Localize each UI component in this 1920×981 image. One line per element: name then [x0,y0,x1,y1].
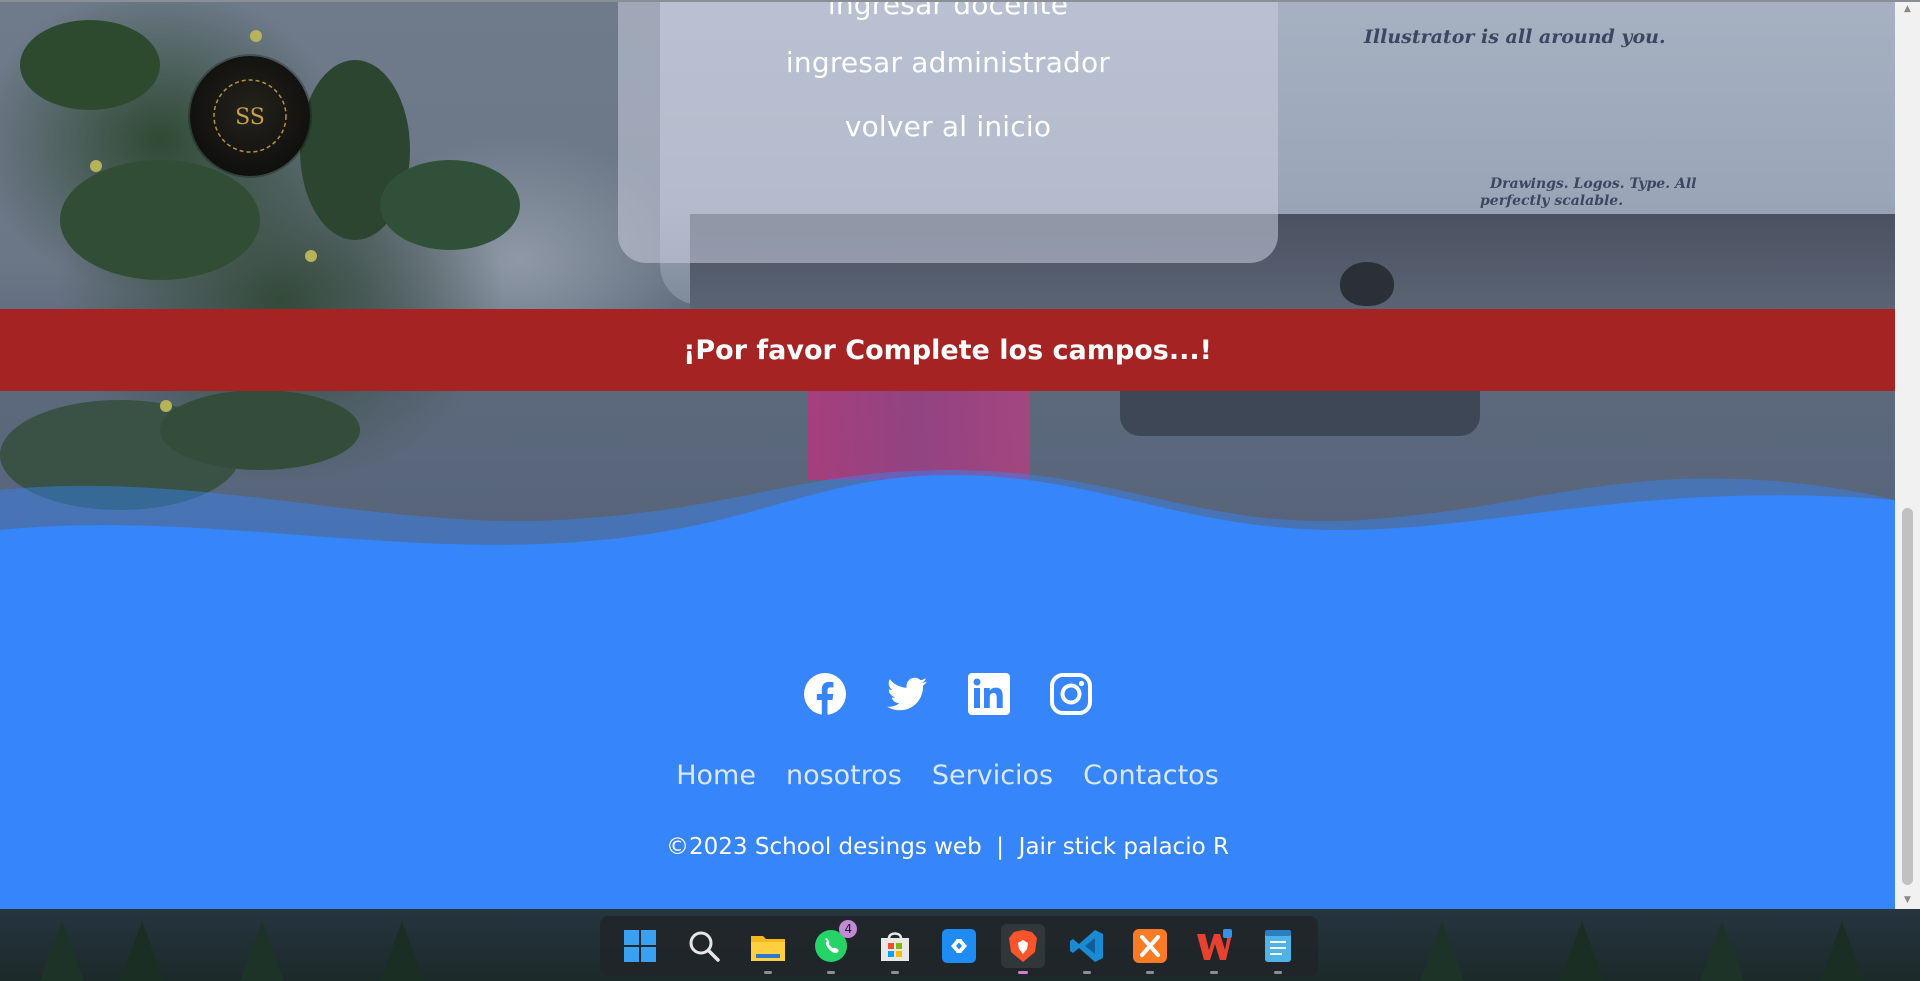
tree-silhouette [240,921,284,981]
taskbar: 4 [600,916,1318,976]
running-indicator [891,971,900,974]
alert-banner: ¡Por favor Complete los campos...! [0,309,1895,391]
notification-badge: 4 [839,920,858,938]
scroll-thumb[interactable] [1902,508,1913,885]
browser-viewport: Illustrator is all around you. Drawings.… [0,0,1895,909]
flower [160,400,172,412]
running-indicator [763,971,772,974]
wps-office-icon[interactable] [1192,924,1236,974]
instagram-icon[interactable] [1049,672,1093,716]
copyright-text: ©2023 School desings web | Jair stick pa… [666,834,1229,860]
linkedin-icon[interactable] [967,672,1011,716]
footer-link-home[interactable]: Home [676,760,756,791]
footer-link-nosotros[interactable]: nosotros [786,760,902,791]
social-links [0,672,1895,716]
apple-logo-icon [1340,262,1394,306]
whatsapp-icon[interactable]: 4 [809,920,858,974]
link-volver-al-inicio[interactable]: volver al inicio [618,110,1278,143]
active-indicator [1017,971,1028,974]
tree-silhouette [1560,921,1604,981]
browser-top-border [0,0,1920,2]
search-icon[interactable] [682,924,726,968]
connect-app-icon[interactable] [937,924,981,968]
site-logo[interactable]: SS [190,56,310,176]
monitor-stand [1120,390,1480,436]
facebook-icon[interactable] [803,672,847,716]
flower [305,250,317,262]
scroll-up-arrow-icon[interactable]: ▲ [1895,0,1920,18]
running-indicator [1082,971,1091,974]
tree-silhouette [120,921,164,981]
start-icon[interactable] [618,924,662,968]
footer-link-servicios[interactable]: Servicios [932,760,1053,791]
tree-silhouette [380,921,424,981]
link-ingresar-administrador[interactable]: ingresar administrador [618,46,1278,79]
microsoft-store-icon[interactable] [873,924,917,974]
plant-leaves [20,20,160,110]
footer-nav: Home nosotros Servicios Contactos [0,760,1895,791]
twitter-icon[interactable] [885,672,929,716]
scroll-down-arrow-icon[interactable]: ▼ [1895,891,1920,909]
tree-silhouette [1700,921,1744,981]
link-ingresar-docente[interactable]: ingresar docente [618,0,1278,21]
plant-leaves [60,160,260,280]
plant-leaves [160,390,360,470]
page-scrollbar[interactable]: ▲ ▼ [1895,0,1920,909]
vscode-icon[interactable] [1065,924,1109,974]
tree-silhouette [1820,921,1864,981]
monitor-tagline: perfectly scalable. [1480,193,1624,209]
monitor-headline: Illustrator is all around you. [1364,26,1666,48]
running-indicator [1210,971,1219,974]
tree-silhouette [1420,921,1464,981]
running-indicator [1146,971,1155,974]
running-indicator [1274,971,1283,974]
footer-link-contactos[interactable]: Contactos [1083,760,1219,791]
brave-browser-icon[interactable] [1000,924,1045,974]
flower [250,30,262,42]
flower [90,160,102,172]
plant-leaves [380,160,520,250]
running-indicator [827,971,836,974]
alert-message: ¡Por favor Complete los campos...! [683,334,1212,366]
tree-silhouette [40,921,84,981]
xampp-icon[interactable] [1128,924,1172,974]
monitor-tagline: Drawings. Logos. Type. All [1490,176,1697,192]
logo-monogram: SS [235,105,265,130]
pink-object [808,390,1030,480]
file-explorer-icon[interactable] [746,924,790,974]
notepad-icon[interactable] [1256,924,1300,974]
logo-emblem-icon: SS [213,79,287,153]
